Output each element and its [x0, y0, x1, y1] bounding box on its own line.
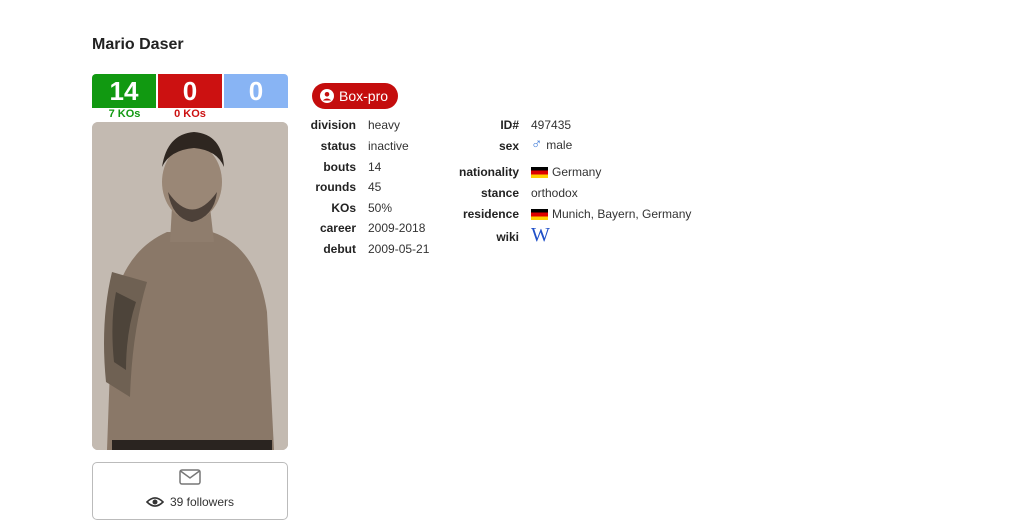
division-value: heavy: [368, 118, 401, 132]
debut-value: 2009-05-21: [368, 242, 430, 256]
rounds-label: rounds: [315, 180, 356, 194]
status-label: status: [320, 139, 356, 153]
record-bar: 14 0 0: [92, 74, 288, 108]
draws-count: 0: [224, 74, 288, 108]
followers-row[interactable]: 39 followers: [93, 495, 287, 509]
debut-label: debut: [323, 242, 356, 256]
mail-icon[interactable]: [179, 469, 201, 485]
sex-row: ♂ male: [531, 136, 573, 153]
division-label: division: [310, 118, 356, 132]
followers-count: 39 followers: [169, 495, 235, 509]
stance-label: stance: [480, 186, 519, 200]
career-value: 2009-2018: [368, 221, 426, 235]
germany-flag-icon: [531, 208, 548, 220]
wins-kos: 7 KOs: [108, 108, 141, 120]
boxer-photo: [92, 122, 288, 450]
residence-label: residence: [462, 207, 519, 221]
badge-label: Box-pro: [339, 88, 389, 104]
status-value: inactive: [368, 139, 409, 153]
residence-value: Munich, Bayern, Germany: [552, 207, 692, 221]
kos-value: 50%: [368, 201, 393, 215]
user-circle-icon: [320, 89, 334, 103]
id-label: ID#: [500, 118, 519, 132]
nationality-value: Germany: [552, 165, 602, 179]
eye-icon: [145, 497, 164, 507]
box-pro-badge[interactable]: Box-pro: [312, 83, 399, 109]
boxer-name: Mario Daser: [92, 36, 184, 53]
id-value: 497435: [531, 118, 572, 132]
residence-row[interactable]: Munich, Bayern, Germany: [531, 207, 691, 221]
wins-count: 14: [92, 74, 156, 108]
bouts-label: bouts: [323, 160, 356, 174]
losses-count: 0: [156, 74, 224, 108]
wiki-link[interactable]: W: [531, 224, 550, 247]
kos-label: KOs: [331, 201, 356, 215]
sex-label: sex: [498, 139, 519, 153]
nationality-row[interactable]: Germany: [531, 165, 601, 179]
germany-flag-icon: [531, 166, 548, 178]
stance-value: orthodox: [531, 186, 578, 200]
career-label: career: [319, 221, 356, 235]
male-symbol-icon: ♂: [531, 136, 543, 153]
wiki-label: wiki: [496, 230, 519, 244]
wikipedia-icon[interactable]: W: [531, 224, 550, 247]
rounds-value: 45: [368, 180, 382, 194]
losses-kos: 0 KOs: [174, 108, 206, 120]
bouts-value: 14: [368, 160, 382, 174]
sex-value: male: [546, 138, 573, 152]
nationality-label: nationality: [458, 165, 519, 179]
follow-box: 39 followers: [92, 462, 288, 520]
